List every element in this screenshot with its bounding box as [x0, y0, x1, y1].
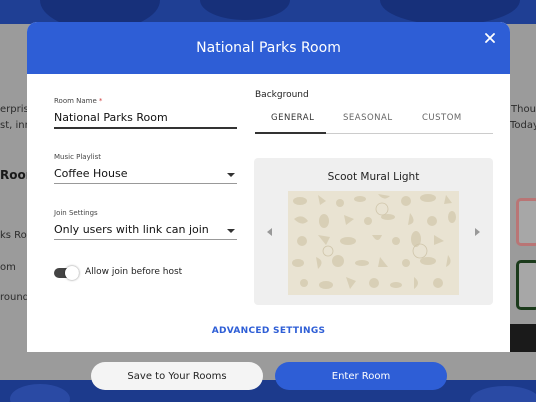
- enter-room-button[interactable]: Enter Room: [275, 362, 447, 390]
- music-playlist-label: Music Playlist: [54, 153, 102, 161]
- join-settings-underline: [54, 239, 237, 240]
- music-playlist-underline: [54, 183, 237, 184]
- allow-join-toggle[interactable]: [54, 266, 79, 280]
- join-settings-select[interactable]: Only users with link can join: [54, 223, 209, 236]
- mural-thumbnail[interactable]: [288, 191, 459, 295]
- tab-active-indicator: [255, 132, 326, 134]
- room-name-underline: [54, 127, 237, 129]
- room-name-field[interactable]: National Parks Room: [54, 111, 168, 124]
- room-settings-modal: National Parks Room Room Name * National …: [27, 22, 510, 352]
- close-icon[interactable]: [480, 28, 500, 48]
- music-playlist-select[interactable]: Coffee House: [54, 167, 128, 180]
- chevron-down-icon[interactable]: [227, 229, 235, 233]
- bg-snippet: om: [0, 262, 16, 273]
- bg-snippet: round: [0, 292, 30, 303]
- preview-title: Scoot Mural Light: [327, 171, 420, 183]
- chevron-right-icon[interactable]: [475, 228, 480, 236]
- backdrop-banner: [0, 0, 536, 24]
- bg-snippet: Today: [510, 120, 536, 131]
- modal-header: National Parks Room: [27, 22, 510, 74]
- modal-title: National Parks Room: [196, 40, 341, 56]
- background-heading: Background: [255, 90, 309, 100]
- join-settings-label: Join Settings: [54, 209, 98, 217]
- background-preview: Scoot Mural Light: [254, 158, 493, 305]
- backdrop-footer: [0, 380, 536, 402]
- chevron-down-icon[interactable]: [227, 173, 235, 177]
- bg-card: [516, 198, 536, 246]
- tab-seasonal[interactable]: SEASONAL: [343, 113, 393, 123]
- bg-snippet: Thou: [511, 104, 536, 115]
- room-name-label: Room Name *: [54, 97, 103, 105]
- tab-custom[interactable]: CUSTOM: [422, 113, 462, 123]
- chevron-left-icon[interactable]: [267, 228, 272, 236]
- save-to-rooms-button[interactable]: Save to Your Rooms: [91, 362, 263, 390]
- allow-join-label: Allow join before host: [85, 267, 183, 277]
- advanced-settings-link[interactable]: ADVANCED SETTINGS: [27, 326, 510, 336]
- tab-general[interactable]: GENERAL: [271, 113, 314, 123]
- bg-card: [516, 260, 536, 310]
